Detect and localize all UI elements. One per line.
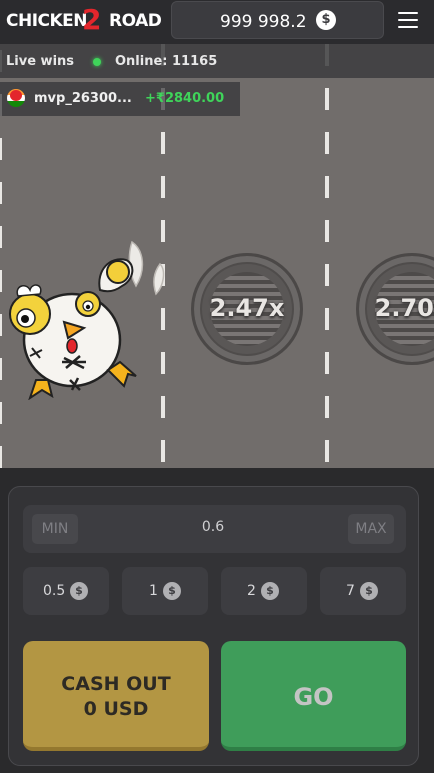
recent-win-row: mvp_26300... +₹2840.00 — [0, 82, 240, 116]
min-bet-button[interactable]: MIN — [32, 514, 78, 544]
hamburger-menu-icon[interactable] — [398, 12, 418, 28]
cash-out-amount: 0 USD — [83, 698, 149, 720]
go-button[interactable]: GO — [221, 641, 406, 751]
game-screen: CHICKEN ROAD 2 999 998.2 $ Live wins Onli… — [0, 0, 434, 773]
top-bar: CHICKEN ROAD 2 999 998.2 $ — [0, 0, 434, 44]
bet-chip-0-5[interactable]: 0.5 $ — [23, 567, 109, 615]
bet-chip-1[interactable]: 1 $ — [122, 567, 208, 615]
chip-value: 0.5 — [43, 583, 66, 599]
manhole-lane-2[interactable]: 2.70x — [356, 253, 434, 365]
bet-chip-2[interactable]: 2 $ — [221, 567, 307, 615]
balance-display[interactable]: 999 998.2 $ — [171, 1, 384, 39]
chip-value: 1 — [149, 583, 158, 599]
chip-value: 7 — [346, 583, 355, 599]
chip-value: 2 — [247, 583, 256, 599]
live-wins-bar: Live wins Online: 11165 — [0, 44, 434, 78]
bet-chip-7[interactable]: 7 $ — [320, 567, 406, 615]
bet-panel: MIN 0.6 MAX 0.5 $ 1 $ 2 $ 7 $ CASH OUT 0… — [8, 486, 419, 766]
dollar-coin-icon: $ — [360, 582, 378, 600]
balance-value: 999 998.2 — [220, 12, 307, 32]
lane-multiplier: 2.47x — [209, 294, 285, 322]
online-count: Online: 11165 — [115, 54, 218, 69]
dollar-coin-icon: $ — [70, 582, 88, 600]
road-area: Live wins Online: 11165 mvp_26300... +₹2… — [0, 44, 434, 468]
dollar-coin-icon: $ — [316, 10, 336, 30]
india-flag-avatar-icon — [7, 89, 25, 107]
lane-multiplier: 2.70x — [374, 294, 434, 322]
max-bet-button[interactable]: MAX — [348, 514, 394, 544]
manhole-lane-1[interactable]: 2.47x — [191, 253, 303, 365]
go-label: GO — [293, 683, 334, 711]
game-logo: CHICKEN ROAD 2 — [6, 3, 166, 36]
winner-username: mvp_26300... — [34, 91, 132, 106]
online-status-dot — [93, 58, 101, 66]
chicken-character — [9, 240, 165, 400]
win-amount: +₹2840.00 — [145, 91, 225, 106]
dollar-coin-icon: $ — [163, 582, 181, 600]
logo-number: 2 — [82, 3, 102, 36]
dollar-coin-icon: $ — [261, 582, 279, 600]
bet-amount-input[interactable]: 0.6 — [163, 519, 263, 535]
lane-divider — [325, 44, 329, 468]
live-wins-label: Live wins — [6, 54, 75, 69]
stake-selector: MIN 0.6 MAX — [23, 505, 406, 553]
cash-out-button[interactable]: CASH OUT 0 USD — [23, 641, 209, 751]
cash-out-label: CASH OUT — [61, 673, 171, 695]
